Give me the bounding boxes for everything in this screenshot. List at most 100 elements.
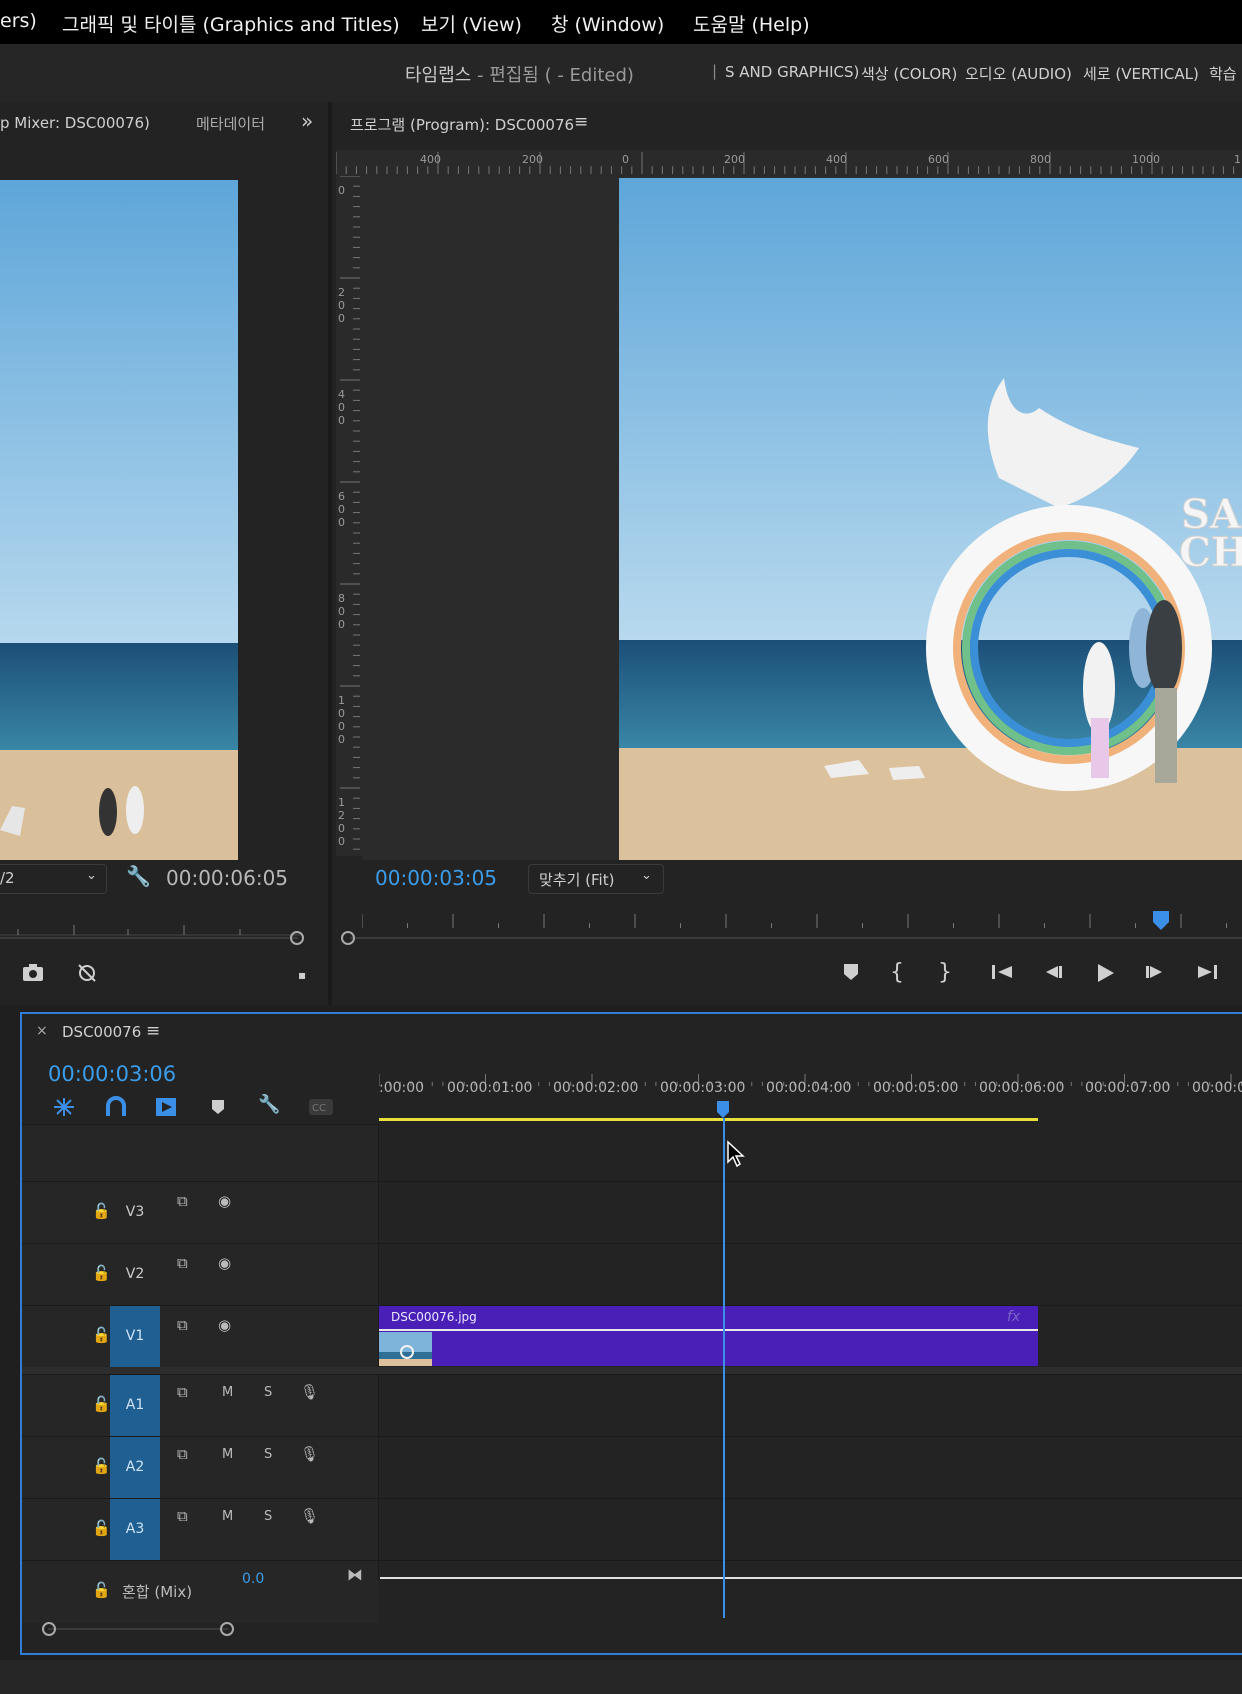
clip-opacity-line[interactable] [379, 1329, 1038, 1331]
sync-lock-icon[interactable]: ⧉ [177, 1316, 188, 1334]
mark-in-icon[interactable]: { [890, 960, 904, 985]
beach-photo-left [0, 180, 238, 860]
vruler-label: 1200 [338, 796, 345, 848]
work-area-bar[interactable] [379, 1118, 1038, 1121]
source-zoom-handle[interactable] [290, 931, 304, 945]
captions-icon[interactable]: CC [308, 1098, 334, 1120]
play-icon[interactable] [1094, 962, 1116, 989]
timeline-zoom-handle-right[interactable] [220, 1622, 234, 1636]
video-audio-divider[interactable] [22, 1367, 1242, 1374]
add-marker-icon[interactable] [842, 962, 860, 987]
lock-icon[interactable]: 🔓 [92, 1457, 111, 1475]
mute-button[interactable]: M [222, 1509, 233, 1524]
sync-lock-icon[interactable]: ⧉ [177, 1192, 188, 1210]
source-zoom-scrollbar[interactable] [0, 937, 298, 939]
track-name[interactable]: A3 [110, 1499, 160, 1560]
track-header-spacer [22, 1124, 378, 1182]
program-time-ruler[interactable] [361, 912, 1242, 938]
solo-button[interactable]: S [264, 1447, 272, 1462]
snap-magnet-icon[interactable] [104, 1096, 128, 1122]
wrench-icon[interactable]: 🔧 [126, 864, 151, 888]
lock-icon[interactable]: 🔓 [92, 1395, 111, 1413]
menu-item-window[interactable]: 창 (Window) [551, 10, 664, 37]
track-name[interactable]: A1 [110, 1375, 160, 1436]
mark-out-icon[interactable]: } [938, 960, 952, 985]
mix-volume-line[interactable] [380, 1577, 1242, 1579]
source-timecode[interactable]: 00:00:06:05 [166, 866, 288, 890]
go-to-out-icon[interactable] [1196, 962, 1220, 987]
sync-lock-icon[interactable]: ⧉ [177, 1383, 188, 1401]
sync-lock-icon[interactable]: ⧉ [177, 1445, 188, 1463]
timeline-timecode[interactable]: 00:00:03:06 [48, 1062, 176, 1086]
menu-item-graphics[interactable]: 그래픽 및 타이틀 (Graphics and Titles) [62, 10, 400, 37]
zoom-dropdown[interactable]: /2 ⌄ [0, 864, 107, 894]
metadata-tab[interactable]: 메타데이터 [196, 113, 265, 134]
mix-track-label: 혼합 (Mix) [122, 1583, 193, 1601]
timeline-time-ruler[interactable]: :00:00 00:00:01:00 00:00:02:00 00:00:03:… [378, 1072, 1242, 1122]
sync-lock-icon[interactable]: ⧉ [177, 1254, 188, 1272]
step-forward-icon[interactable] [1144, 962, 1166, 987]
step-back-icon[interactable] [1042, 962, 1064, 987]
settings-disabled-icon[interactable] [76, 962, 98, 989]
track-name[interactable]: V3 [110, 1182, 160, 1243]
fx-badge[interactable]: fx [1007, 1309, 1020, 1325]
sync-lock-icon[interactable]: ⧉ [177, 1507, 188, 1525]
lock-icon[interactable]: 🔓 [92, 1581, 111, 1599]
track-name[interactable]: A2 [110, 1437, 160, 1498]
camera-icon[interactable] [22, 962, 44, 987]
workspace-learn[interactable]: 학습 [1209, 63, 1237, 84]
mute-button[interactable]: M [222, 1447, 233, 1462]
ruler-label: 0 [622, 153, 629, 166]
timeline-zoom-scrollbar[interactable] [48, 1628, 228, 1630]
wrench-icon[interactable]: 🔧 [258, 1094, 280, 1115]
close-tab-icon[interactable]: × [36, 1023, 48, 1039]
fit-dropdown[interactable]: 맞추기 (Fit) ⌄ [528, 864, 664, 894]
lock-icon[interactable]: 🔓 [92, 1264, 111, 1282]
go-to-in-shape [992, 965, 1012, 979]
vruler-label: 600 [338, 490, 345, 529]
track-name[interactable]: V1 [110, 1306, 160, 1368]
eye-icon[interactable]: ◉ [218, 1254, 231, 1272]
audio-clip-mixer-tab[interactable]: p Mixer: DSC00076) [0, 114, 150, 132]
timeline-playhead-handle[interactable] [716, 1100, 732, 1120]
eye-icon[interactable]: ◉ [218, 1192, 231, 1210]
program-zoom-scrollbar[interactable] [350, 937, 1242, 939]
lock-icon[interactable]: 🔓 [92, 1326, 111, 1344]
program-zoom-handle[interactable] [341, 931, 355, 945]
video-clip[interactable]: DSC00076.jpg fx [379, 1306, 1038, 1366]
menu-item-filters[interactable]: ers) [0, 10, 37, 32]
microphone-icon[interactable]: 🎙 [300, 1383, 319, 1401]
source-time-ruler[interactable] [0, 917, 300, 937]
lock-icon[interactable]: 🔓 [92, 1202, 111, 1220]
microphone-icon[interactable]: 🎙 [300, 1445, 319, 1463]
solo-button[interactable]: S [264, 1385, 272, 1400]
microphone-icon[interactable]: 🎙 [300, 1507, 319, 1525]
timeline-menu-icon[interactable]: ≡ [146, 1021, 160, 1041]
mute-button[interactable]: M [222, 1385, 233, 1400]
nest-icon-shape [54, 1098, 74, 1116]
menu-item-help[interactable]: 도움말 (Help) [693, 10, 810, 37]
go-to-end-icon[interactable]: ⧓ [347, 1565, 363, 1584]
track-name[interactable]: V2 [110, 1244, 160, 1305]
go-to-in-icon[interactable] [990, 962, 1014, 987]
panel-menu-icon[interactable]: ≡ [574, 112, 588, 132]
solo-button[interactable]: S [264, 1509, 272, 1524]
linked-selection-icon[interactable] [154, 1096, 178, 1122]
workspace-graphics[interactable]: S AND GRAPHICS) [725, 63, 859, 81]
sequence-tab[interactable]: DSC00076 [62, 1023, 141, 1041]
timeline-playhead-line[interactable] [723, 1118, 725, 1618]
program-playhead[interactable] [1152, 910, 1172, 932]
lock-icon[interactable]: 🔓 [92, 1519, 111, 1537]
nest-sequence-icon[interactable] [52, 1096, 76, 1122]
workspace-audio[interactable]: 오디오 (AUDIO) [965, 63, 1072, 84]
add-marker-icon[interactable] [210, 1098, 226, 1120]
menu-item-view[interactable]: 보기 (View) [421, 10, 522, 37]
panel-overflow-icon[interactable]: » [301, 109, 313, 133]
program-title[interactable]: 프로그램 (Program): DSC00076 [350, 114, 574, 135]
program-timecode[interactable]: 00:00:03:05 [375, 866, 497, 890]
workspace-color[interactable]: 색상 (COLOR) [861, 63, 957, 84]
mix-volume-value[interactable]: 0.0 [242, 1571, 264, 1587]
eye-icon[interactable]: ◉ [218, 1316, 231, 1334]
workspace-vertical[interactable]: 세로 (VERTICAL) [1083, 63, 1199, 84]
timeline-zoom-handle-left[interactable] [42, 1622, 56, 1636]
